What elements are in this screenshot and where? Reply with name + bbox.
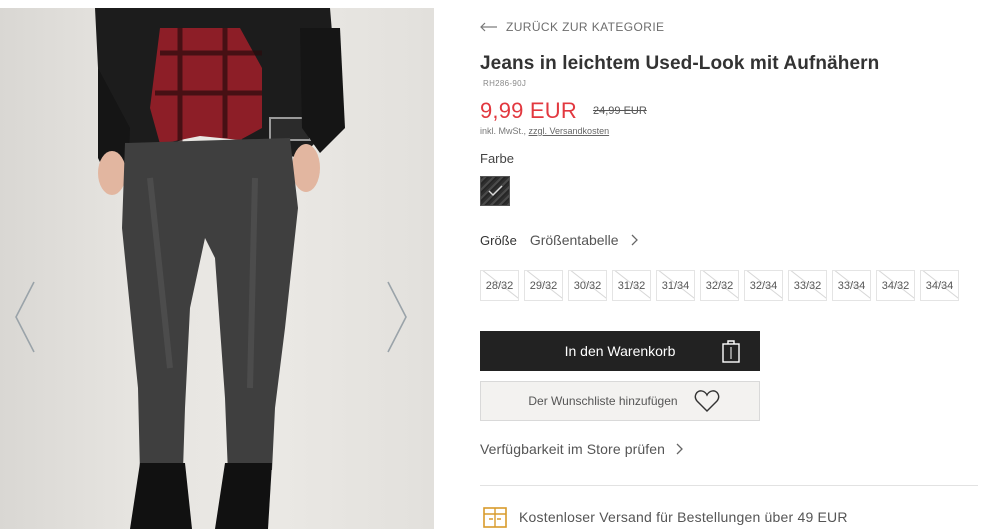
size-option[interactable]: 34/32 [876,270,915,301]
size-option-label: 34/34 [925,279,954,292]
sale-price: 9,99 EUR [480,98,577,123]
product-title: Jeans in leichtem Used-Look mit Aufnäher… [480,53,880,74]
original-price: 24,99 EUR [592,105,647,117]
checkmark-icon [488,185,503,196]
size-option[interactable]: 28/32 [480,270,519,301]
chevron-right-icon [676,443,683,455]
size-option-label: 32/32 [705,279,734,292]
color-swatch-selected[interactable] [480,176,510,206]
size-option[interactable]: 32/32 [700,270,739,301]
size-option-label: 32/34 [749,279,778,292]
back-to-category-link[interactable]: ZURÜCK ZUR KATEGORIE [480,20,664,34]
size-option[interactable]: 31/34 [656,270,695,301]
wishlist-label: Der Wunschliste hinzufügen [528,394,678,408]
heart-icon [694,390,719,412]
product-image-gallery [0,8,434,529]
free-shipping-text: Kostenloser Versand für Bestellungen übe… [519,509,848,525]
size-option[interactable]: 34/34 [920,270,959,301]
free-shipping-info: Kostenloser Versand für Bestellungen übe… [482,505,848,529]
size-option-label: 28/32 [485,279,514,292]
divider [480,485,978,486]
size-option-label: 30/32 [573,279,602,292]
size-option[interactable]: 31/32 [612,270,651,301]
size-options: 28/32 29/32 30/32 31/32 31/34 32/32 32/34 33/32… [480,270,964,301]
size-option-label: 33/32 [793,279,822,292]
size-option-label: 31/34 [661,279,690,292]
store-availability-label: Verfügbarkeit im Store prüfen [480,441,665,457]
size-option-label: 29/32 [529,279,558,292]
product-sku: RH286-90J [483,79,527,88]
shopping-bag-icon [722,340,740,363]
color-label: Farbe [480,151,514,166]
check-store-availability-link[interactable]: Verfügbarkeit im Store prüfen [480,441,684,457]
chevron-right-icon [631,234,638,246]
product-photo [95,8,345,529]
back-link-label: ZURÜCK ZUR KATEGORIE [506,20,665,34]
size-option[interactable]: 33/32 [788,270,827,301]
chevron-left-icon [15,281,35,353]
shipping-costs-link[interactable]: zzgl. Versandkosten [529,126,610,136]
size-header: Größe Größentabelle [480,232,639,248]
shipping-box-icon [483,507,507,528]
chevron-right-icon [387,281,407,353]
gallery-prev-button[interactable] [10,278,40,356]
size-guide-link[interactable]: Größentabelle [530,232,619,248]
size-option-label: 34/32 [881,279,910,292]
price-row: 9,99 EUR 24,99 EUR [480,98,647,124]
size-option[interactable]: 33/34 [832,270,871,301]
tax-info: inkl. MwSt., zzgl. Versandkosten [480,126,609,136]
add-to-cart-button[interactable]: In den Warenkorb [480,331,760,371]
size-option[interactable]: 30/32 [568,270,607,301]
size-option[interactable]: 29/32 [524,270,563,301]
size-option-label: 31/32 [617,279,646,292]
arrow-left-icon [480,22,497,32]
product-details: ZURÜCK ZUR KATEGORIE Jeans in leichtem U… [480,0,980,529]
add-to-cart-label: In den Warenkorb [564,343,676,359]
size-option-label: 33/34 [837,279,866,292]
gallery-next-button[interactable] [382,278,412,356]
tax-text: inkl. MwSt., [480,126,527,136]
size-option[interactable]: 32/34 [744,270,783,301]
add-to-wishlist-button[interactable]: Der Wunschliste hinzufügen [480,381,760,421]
size-label: Größe [480,232,517,248]
